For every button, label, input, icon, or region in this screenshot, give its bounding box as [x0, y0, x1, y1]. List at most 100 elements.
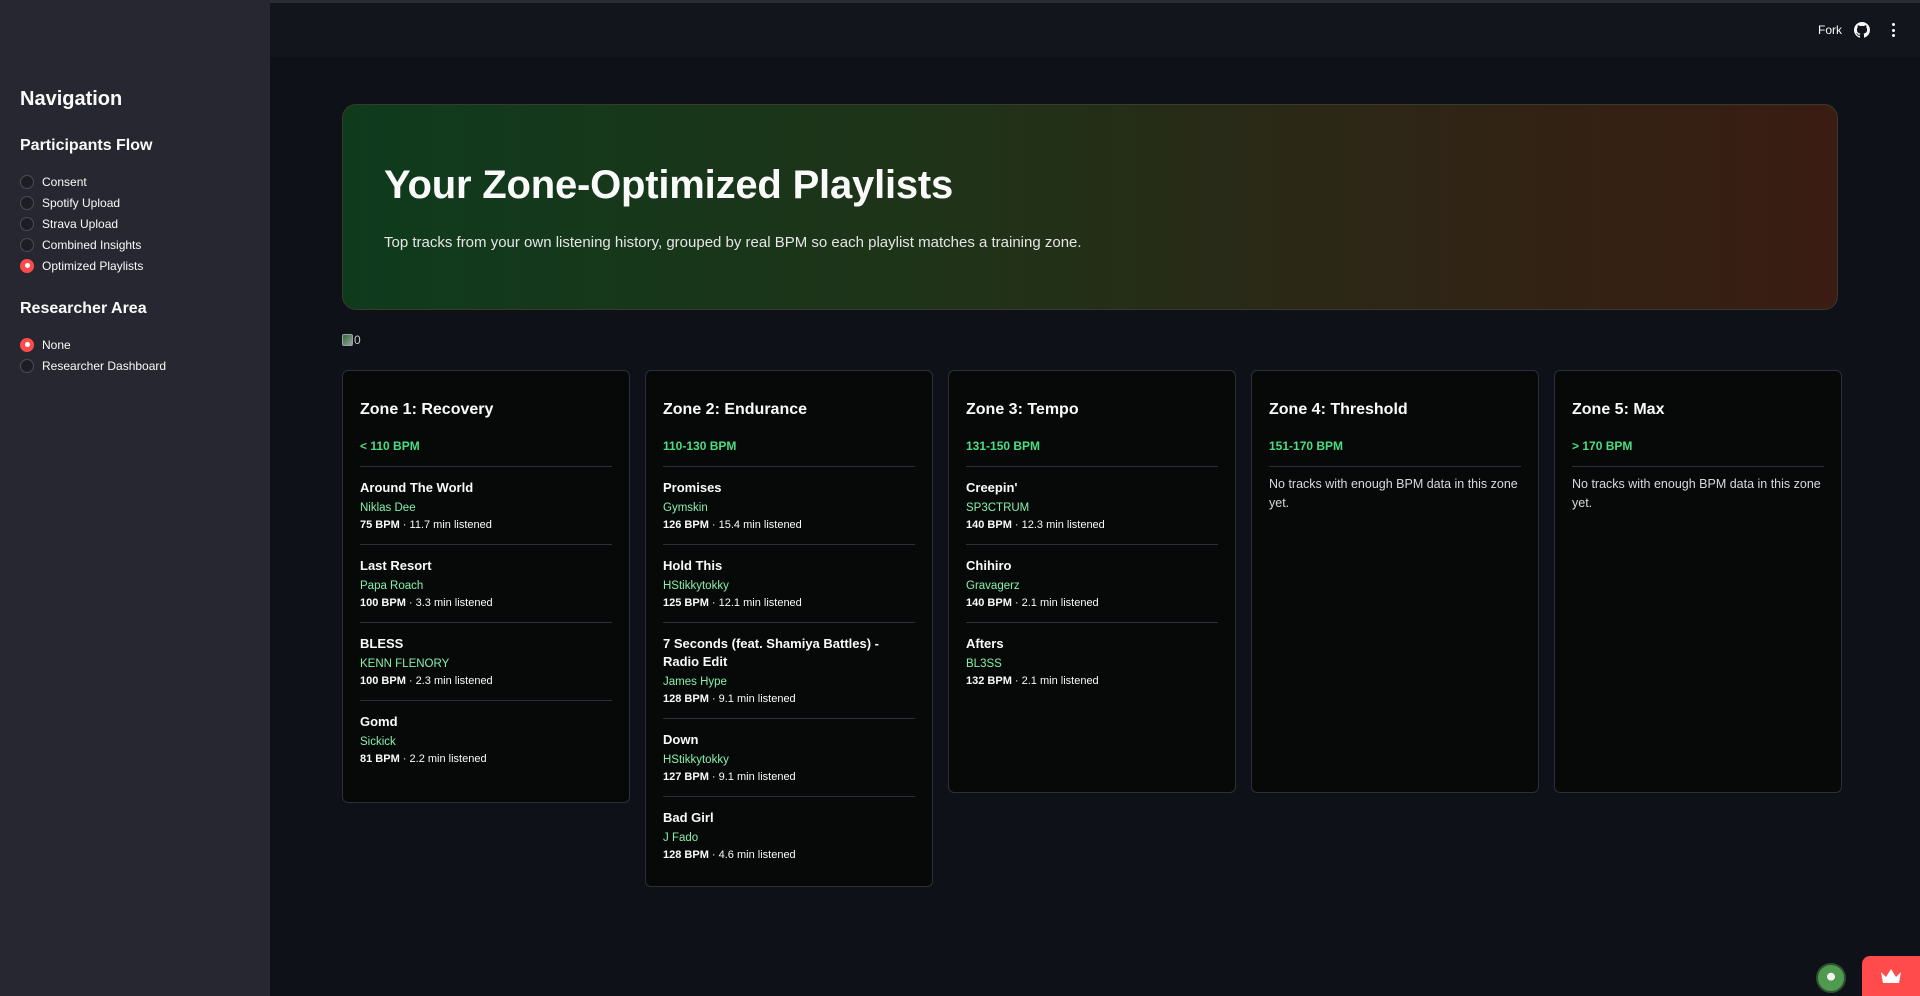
track-bpm: 140 BPM — [966, 597, 1012, 609]
track-name: Creepin' — [966, 480, 1018, 495]
kebab-menu-icon[interactable] — [1892, 23, 1896, 37]
track-listened: · 2.1 min listened — [1011, 597, 1099, 609]
broken-image-icon — [342, 334, 353, 346]
participants-option[interactable]: Consent — [20, 171, 250, 192]
track-artist: Gravagerz — [966, 580, 1020, 592]
track-item: Around The World Niklas Dee 75 BPM · 11.7 … — [360, 467, 612, 545]
researcher-option[interactable]: Researcher Dashboard — [20, 355, 250, 376]
zone-title: Zone 2: Endurance — [663, 401, 808, 418]
fork-button[interactable]: Fork — [1818, 23, 1842, 37]
track-bpm: 132 BPM — [966, 675, 1012, 687]
radio-dot[interactable] — [20, 216, 34, 231]
app-header: Fork — [270, 3, 1920, 57]
track-listened: · 4.6 min listened — [708, 849, 796, 861]
zone-bpm-range: > 170 BPM — [1572, 439, 1824, 467]
track-name: Last Resort — [360, 558, 432, 573]
zone-title: Zone 5: Max — [1572, 401, 1665, 418]
track-item: Gomd Sickick 81 BPM · 2.2 min listened — [360, 701, 612, 768]
streamlit-badge-button[interactable] — [1862, 956, 1920, 996]
track-artist: HStikkytokky — [663, 580, 729, 592]
track-meta: 81 BPM · 2.2 min listened — [360, 751, 612, 768]
page-subtitle: Top tracks from your own listening histo… — [384, 234, 1082, 251]
track-listened: · 12.1 min listened — [708, 597, 802, 609]
participants-option[interactable]: Combined Insights — [20, 234, 250, 255]
track-meta: 126 BPM · 15.4 min listened — [663, 517, 915, 534]
track-meta: 127 BPM · 9.1 min listened — [663, 769, 915, 786]
track-meta: 128 BPM · 4.6 min listened — [663, 847, 915, 864]
track-artist: Sickick — [360, 736, 396, 748]
zone-empty-message: No tracks with enough BPM data in this z… — [1269, 477, 1518, 510]
track-artist: SP3CTRUM — [966, 502, 1030, 514]
track-name: Hold This — [663, 558, 723, 573]
track-listened: · 9.1 min listened — [708, 693, 796, 705]
track-artist: James Hype — [663, 676, 727, 688]
radio-dot[interactable] — [20, 337, 34, 352]
track-artist: Gymskin — [663, 502, 708, 514]
zone-title: Zone 4: Threshold — [1269, 401, 1408, 418]
radio-dot[interactable] — [20, 258, 34, 273]
zone-bpm-range: < 110 BPM — [360, 439, 612, 467]
track-bpm: 75 BPM — [360, 519, 400, 531]
researcher-option[interactable]: None — [20, 334, 250, 355]
track-bpm: 126 BPM — [663, 519, 709, 531]
zone-title: Zone 3: Tempo — [966, 401, 1079, 418]
track-meta: 75 BPM · 11.7 min listened — [360, 517, 612, 534]
track-meta: 140 BPM · 12.3 min listened — [966, 517, 1218, 534]
radio-dot[interactable] — [20, 195, 34, 210]
track-item: BLESS KENN FLENORY 100 BPM · 2.3 min liste… — [360, 623, 612, 701]
radio-dot[interactable] — [20, 174, 34, 189]
github-icon[interactable] — [1854, 22, 1870, 38]
track-item: Chihiro Gravagerz 140 BPM · 2.1 min listen… — [966, 545, 1218, 623]
track-name: 7 Seconds (feat. Shamiya Battles) - Radi… — [663, 636, 880, 669]
zone-card: Zone 1: Recovery < 110 BPM Around The Worl… — [342, 370, 630, 803]
track-bpm: 128 BPM — [663, 693, 709, 705]
track-item: Bad Girl J Fado 128 BPM · 4.6 min listened — [663, 797, 915, 864]
track-artist: BL3SS — [966, 658, 1002, 670]
zone-cards: Zone 1: Recovery < 110 BPM Around The Worl… — [342, 370, 1842, 887]
zone-card: Zone 5: Max > 170 BPM No tracks with enoug… — [1554, 370, 1842, 793]
participants-option-label: Consent — [42, 174, 87, 189]
track-meta: 100 BPM · 3.3 min listened — [360, 595, 612, 612]
track-artist: J Fado — [663, 832, 699, 844]
zone-card: Zone 4: Threshold 151-170 BPM No tracks wi… — [1251, 370, 1539, 793]
track-artist: KENN FLENORY — [360, 658, 450, 670]
participants-option[interactable]: Strava Upload — [20, 213, 250, 234]
zone-bpm-range: 131-150 BPM — [966, 439, 1218, 467]
zone-bpm-range: 110-130 BPM — [663, 439, 915, 467]
researcher-option-label: Researcher Dashboard — [42, 358, 167, 373]
track-listened: · 9.1 min listened — [708, 771, 796, 783]
track-listened: · 2.1 min listened — [1011, 675, 1099, 687]
participants-option[interactable]: Spotify Upload — [20, 192, 250, 213]
radio-dot[interactable] — [20, 237, 34, 252]
radio-dot[interactable] — [20, 358, 34, 373]
researcher-option-label: None — [42, 337, 71, 352]
track-meta: 125 BPM · 12.1 min listened — [663, 595, 915, 612]
participants-option-label: Combined Insights — [42, 237, 142, 252]
participants-flow-heading: Participants Flow — [20, 137, 153, 154]
participants-option-label: Strava Upload — [42, 216, 119, 231]
zone-empty-message: No tracks with enough BPM data in this z… — [1572, 477, 1821, 510]
track-name: Promises — [663, 480, 722, 495]
track-meta: 100 BPM · 2.3 min listened — [360, 673, 612, 690]
track-bpm: 100 BPM — [360, 597, 406, 609]
track-item: Creepin' SP3CTRUM 140 BPM · 12.3 min liste… — [966, 467, 1218, 545]
track-meta: 132 BPM · 2.1 min listened — [966, 673, 1218, 690]
researcher-radio-group: None Researcher Dashboard — [20, 334, 250, 376]
track-artist: HStikkytokky — [663, 754, 729, 766]
track-item: Hold This HStikkytokky 125 BPM · 12.1 min … — [663, 545, 915, 623]
track-artist: Niklas Dee — [360, 502, 416, 514]
track-listened: · 12.3 min listened — [1011, 519, 1105, 531]
track-bpm: 128 BPM — [663, 849, 709, 861]
track-artist: Papa Roach — [360, 580, 424, 592]
avatar[interactable] — [1816, 963, 1846, 993]
participants-option[interactable]: Optimized Playlists — [20, 255, 250, 276]
participants-radio-group: Consent Spotify Upload Strava Upload Combin… — [20, 171, 250, 276]
track-listened: · 2.2 min listened — [399, 753, 487, 765]
track-bpm: 127 BPM — [663, 771, 709, 783]
track-item: Afters BL3SS 132 BPM · 2.1 min listened — [966, 623, 1218, 690]
track-bpm: 81 BPM — [360, 753, 400, 765]
track-item: 7 Seconds (feat. Shamiya Battles) - Radi… — [663, 623, 915, 719]
track-bpm: 125 BPM — [663, 597, 709, 609]
track-name: Down — [663, 732, 699, 747]
track-name: BLESS — [360, 636, 404, 651]
